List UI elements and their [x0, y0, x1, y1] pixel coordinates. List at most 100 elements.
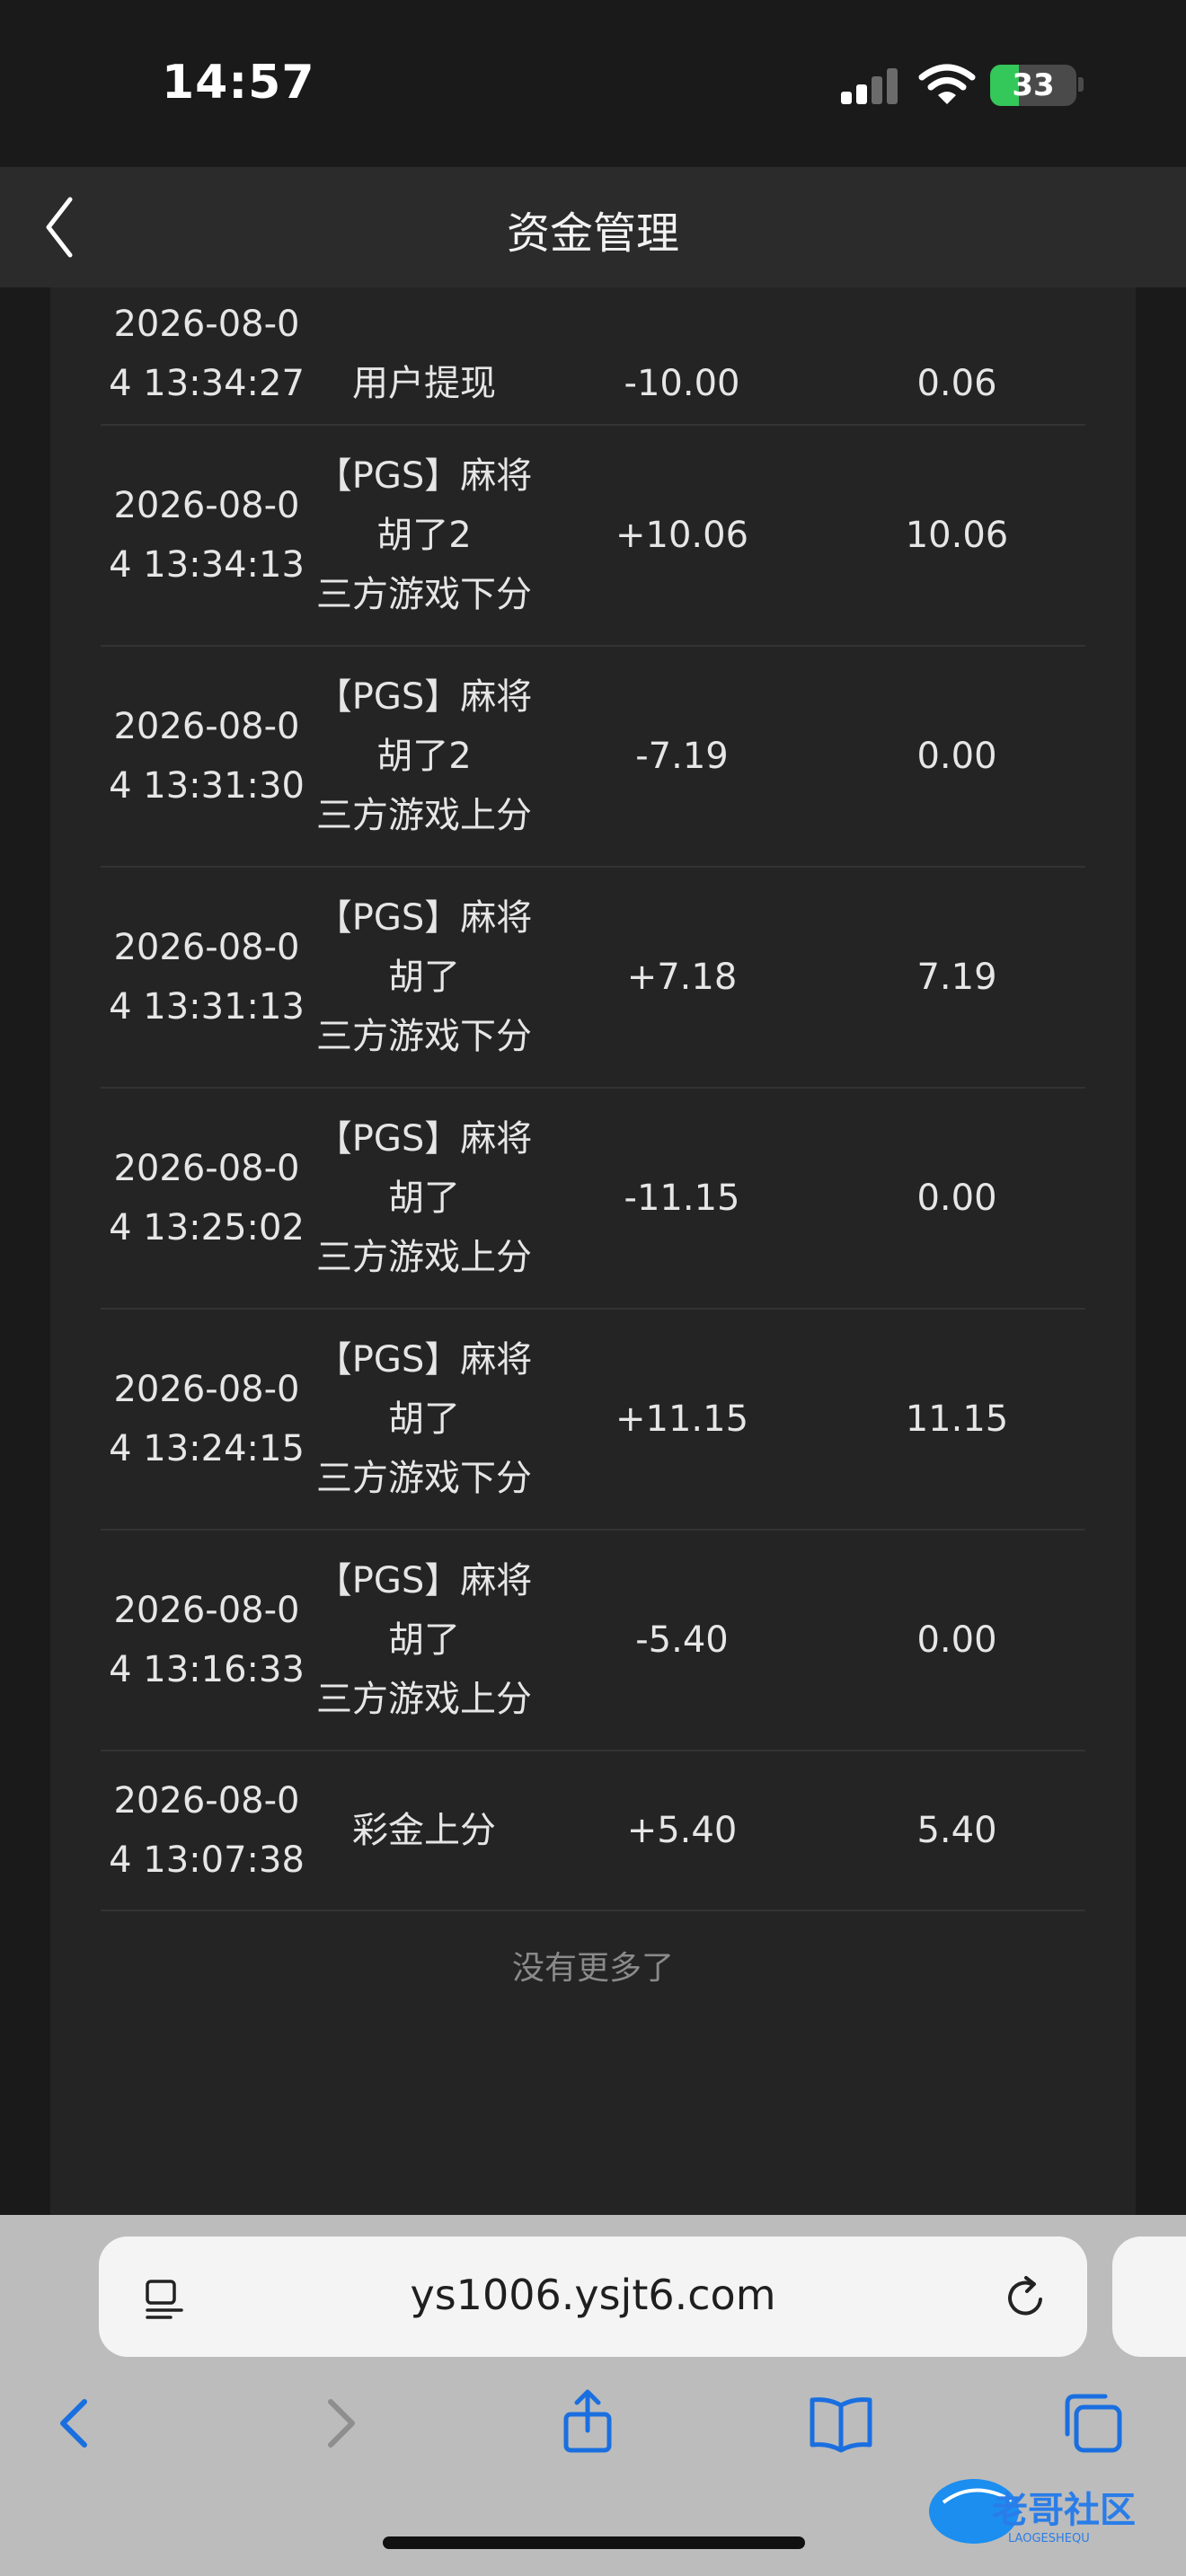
- record-time-line: 2026-08-0: [113, 485, 300, 526]
- record-row: 2026-08-0 4 13:24:15 【PGS】麻将 胡了 三方游戏下分 +11.15…: [101, 1310, 1085, 1531]
- record-description-line: 三方游戏下分: [316, 1458, 532, 1499]
- record-description-line: 【PGS】麻将: [315, 1118, 533, 1160]
- record-row: 2026-08-0 4 13:34:13 【PGS】麻将 胡了2 三方游戏下分 +10.0…: [101, 426, 1085, 647]
- watermark-text: 老哥社区: [992, 2490, 1136, 2531]
- record-description: 【PGS】麻将 胡了2 三方游戏下分: [313, 446, 535, 624]
- record-balance: 0.00: [916, 1619, 997, 1661]
- address-bar[interactable]: ys1006.ysjt6.com: [99, 2236, 1087, 2357]
- record-row: 2026-08-0 4 13:31:30 【PGS】麻将 胡了2 三方游戏上分 -7.19…: [101, 647, 1085, 868]
- record-description-line: 三方游戏下分: [316, 1016, 532, 1057]
- tabs-icon[interactable]: [1057, 2387, 1128, 2459]
- record-description-line: 胡了: [388, 1619, 460, 1661]
- record-time: 2026-08-0 4 13:24:15: [101, 1360, 313, 1478]
- share-icon[interactable]: [552, 2387, 624, 2459]
- record-description-line: 胡了: [388, 957, 460, 998]
- record-description: 【PGS】麻将 胡了三方游戏上分: [313, 1551, 535, 1729]
- record-time-line: 4 13:34:13: [109, 544, 305, 586]
- record-description-line: 三方游戏下分: [316, 574, 532, 615]
- record-description-line: 【PGS】麻将: [315, 897, 533, 939]
- record-description-line: 【PGS】麻将: [315, 455, 533, 497]
- record-description-line: 【PGS】麻将: [315, 1560, 533, 1601]
- watermark-logo: 老哥社区 LAOGESHEQU: [929, 2479, 1136, 2545]
- next-tab-preview[interactable]: [1112, 2236, 1186, 2357]
- record-time: 2026-08-0 4 13:25:02: [101, 1139, 313, 1257]
- record-time-line: 2026-08-0: [113, 1590, 300, 1631]
- home-indicator: [383, 2536, 805, 2549]
- record-time-line: 2026-08-0: [113, 1780, 300, 1822]
- status-time: 14:57: [162, 56, 315, 110]
- record-amount: +5.40: [626, 1810, 738, 1851]
- record-description: 【PGS】麻将 胡了三方游戏上分: [313, 1109, 535, 1287]
- battery-percentage: 33: [1012, 67, 1055, 103]
- record-time-line: 4 13:24:15: [109, 1428, 305, 1469]
- record-time-line: 2026-08-0: [113, 1369, 300, 1410]
- record-amount: -5.40: [635, 1619, 729, 1661]
- url-text[interactable]: ys1006.ysjt6.com: [99, 2271, 1087, 2319]
- record-time-line: 4 13:16:33: [109, 1649, 305, 1690]
- record-description: 【PGS】麻将 胡了2 三方游戏上分: [313, 667, 535, 845]
- record-time: 2026-08-0 4 13:31:30: [101, 697, 313, 816]
- record-balance: 10.06: [905, 515, 1009, 556]
- record-balance: 5.40: [916, 1810, 997, 1851]
- record-time-line: 4 13:31:30: [109, 765, 305, 807]
- record-time: 2026-08-0 4 13:31:13: [101, 918, 313, 1037]
- cellular-signal-icon: [841, 66, 898, 104]
- record-description-line: 胡了: [388, 1178, 460, 1219]
- record-balance: 11.15: [905, 1398, 1009, 1440]
- record-time: 2026-08-0 4 13:07:38: [101, 1771, 313, 1890]
- record-time-line: 4 13:31:13: [109, 986, 305, 1028]
- record-row: 2026-08-0 4 13:25:02 【PGS】麻将 胡了 三方游戏上分 -11.15…: [101, 1089, 1085, 1310]
- wifi-icon: [918, 64, 976, 104]
- watermark-subtext: LAOGESHEQU: [1008, 2532, 1090, 2545]
- record-time-line: 2026-08-0: [113, 304, 300, 345]
- record-description-line: 胡了: [388, 1398, 460, 1440]
- fund-records-panel: 2026-08-0 4 13:34:27 用户提现 -10.00 0.06 2026-08…: [50, 287, 1136, 2215]
- bookmarks-icon[interactable]: [805, 2387, 877, 2459]
- record-time: 2026-08-0 4 13:34:13: [101, 476, 313, 595]
- record-time-line: 4 13:07:38: [109, 1839, 305, 1881]
- record-balance: 7.19: [916, 957, 997, 998]
- fund-records-table: 2026-08-0 4 13:34:27 用户提现 -10.00 0.06 2026-08…: [101, 287, 1085, 1911]
- record-row: 2026-08-0 4 13:07:38 彩金上分 +5.40 5.40: [101, 1751, 1085, 1911]
- record-description: 用户提现: [313, 354, 535, 413]
- page-title: 资金管理: [506, 208, 679, 259]
- record-time-line: 2026-08-0: [113, 1148, 300, 1189]
- reload-icon[interactable]: [1001, 2272, 1051, 2323]
- record-time-line: 2026-08-0: [113, 927, 300, 968]
- record-description-line: 三方游戏上分: [316, 1237, 532, 1278]
- record-description-line: 胡了2: [376, 515, 472, 556]
- browser-forward-icon[interactable]: [302, 2387, 374, 2459]
- record-row: 2026-08-0 4 13:16:33 【PGS】麻将 胡了 三方游戏上分 -5.40 0…: [101, 1531, 1085, 1751]
- browser-back-icon[interactable]: [41, 2387, 113, 2459]
- record-description-line: 胡了2: [376, 736, 472, 777]
- record-description-line: 三方游戏上分: [316, 795, 532, 836]
- record-description-line: 三方游戏上分: [316, 1679, 532, 1720]
- record-time: 2026-08-0 4 13:34:27: [101, 295, 313, 413]
- record-row: 2026-08-0 4 13:34:27 用户提现 -10.00 0.06: [101, 287, 1085, 426]
- record-time-line: 4 13:25:02: [109, 1207, 305, 1248]
- record-amount: +10.06: [615, 515, 749, 556]
- record-amount: -11.15: [624, 1178, 740, 1219]
- record-balance: 0.00: [916, 736, 997, 777]
- record-description: 【PGS】麻将 胡了三方游戏下分: [313, 1330, 535, 1508]
- record-time-line: 4 13:34:27: [109, 363, 305, 404]
- battery-icon: 33: [990, 65, 1076, 106]
- battery-cap: [1078, 77, 1084, 92]
- record-row: 2026-08-0 4 13:31:13 【PGS】麻将 胡了 三方游戏下分 +7.18 7…: [101, 868, 1085, 1089]
- no-more-text: 没有更多了: [511, 1950, 674, 1987]
- record-description-line: 【PGS】麻将: [315, 1339, 533, 1381]
- record-description-line: 【PGS】麻将: [315, 676, 533, 718]
- status-bar: 14:57 33: [0, 0, 1186, 167]
- record-description: 【PGS】麻将 胡了三方游戏下分: [313, 888, 535, 1066]
- record-balance: 0.06: [916, 363, 997, 404]
- record-amount: +11.15: [615, 1398, 749, 1440]
- record-time-line: 2026-08-0: [113, 706, 300, 747]
- record-amount: -7.19: [635, 736, 729, 777]
- record-balance: 0.00: [916, 1178, 997, 1219]
- record-time: 2026-08-0 4 13:16:33: [101, 1581, 313, 1699]
- record-amount: -10.00: [624, 363, 740, 404]
- record-description-line: 用户提现: [352, 363, 496, 404]
- nav-header: 资金管理: [0, 167, 1186, 287]
- record-description-line: 彩金上分: [352, 1810, 496, 1851]
- record-amount: +7.18: [626, 957, 738, 998]
